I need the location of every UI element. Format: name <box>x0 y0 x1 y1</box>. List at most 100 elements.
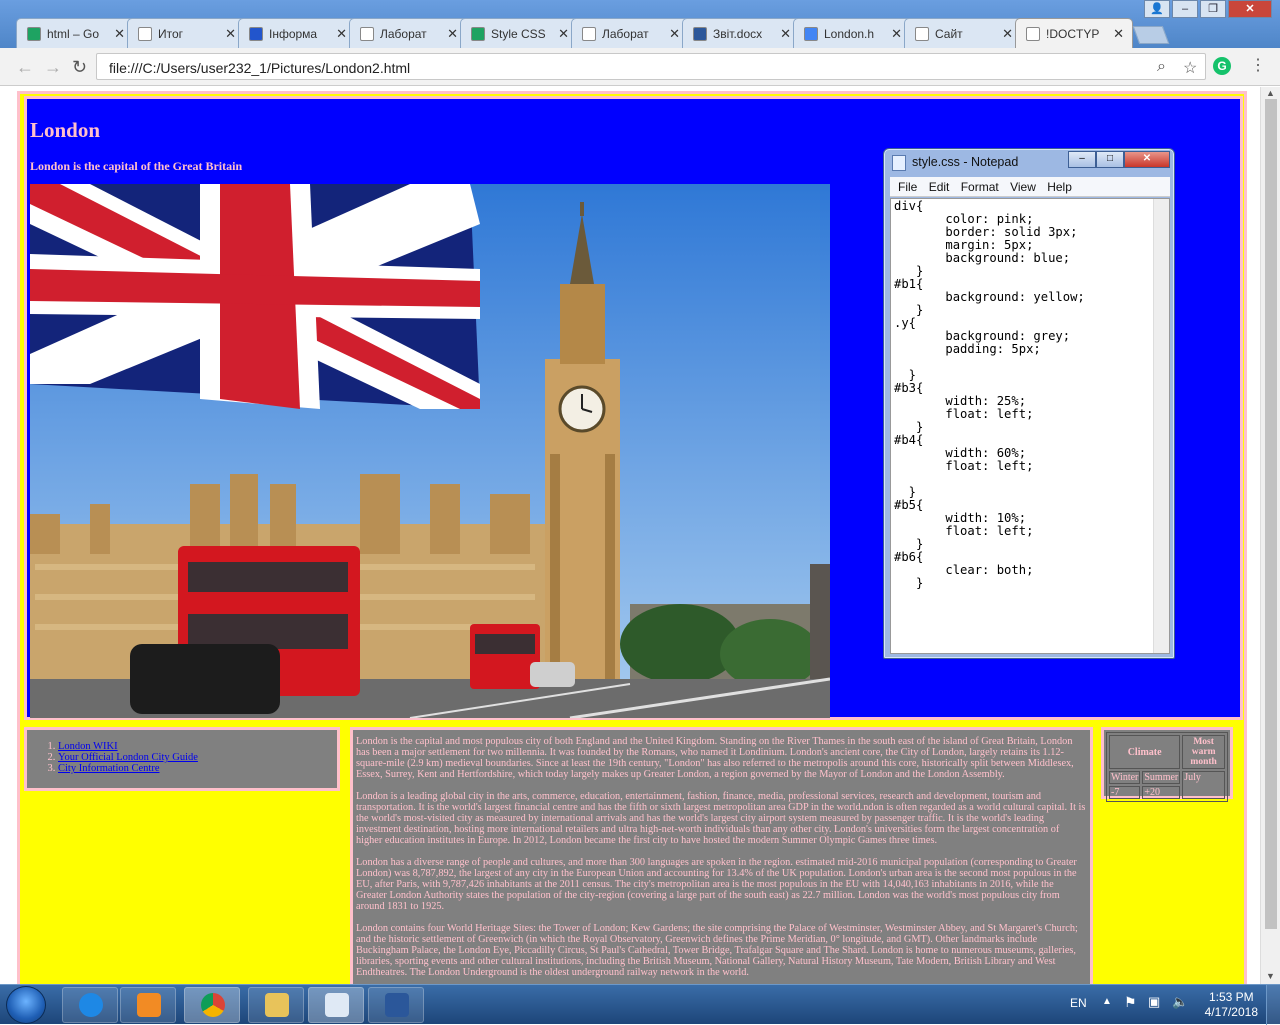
notepad-close-button[interactable]: ✕ <box>1124 151 1170 168</box>
article-block: London is the capital and most populous … <box>350 727 1093 984</box>
tab-close-icon[interactable]: ✕ <box>1002 26 1013 42</box>
clock[interactable]: 1:53 PM 4/17/2018 <box>1205 990 1258 1020</box>
city-guide-link[interactable]: Your Official London City Guide <box>58 752 198 763</box>
scroll-up-icon[interactable]: ▲ <box>1266 88 1275 98</box>
menu-help[interactable]: Help <box>1047 180 1072 194</box>
menu-format[interactable]: Format <box>961 180 999 194</box>
article-paragraph: London is a leading global city in the a… <box>356 791 1086 846</box>
volume-icon[interactable]: 🔈 <box>1172 994 1188 1010</box>
tab-label: Інформа <box>269 27 318 41</box>
menu-view[interactable]: View <box>1010 180 1036 194</box>
clock-date: 4/17/2018 <box>1204 1005 1258 1019</box>
word-icon <box>693 27 707 41</box>
taskbar-notepad[interactable] <box>308 987 364 1023</box>
grammarly-icon[interactable]: G <box>1213 57 1231 75</box>
article-paragraph: London contains four World Heritage Site… <box>356 923 1078 978</box>
menu-icon[interactable]: ⋮ <box>1250 55 1266 75</box>
tab-6[interactable]: Звіт.docx ✕ <box>682 18 800 48</box>
links-block: London WIKI Your Official London City Gu… <box>24 727 340 791</box>
climate-block: Climate Most warm month Winter Summer Ju… <box>1101 727 1233 802</box>
tab-label: Лаборат <box>380 27 427 41</box>
notepad-minimize-button[interactable]: – <box>1068 151 1096 168</box>
drive-icon <box>27 27 41 41</box>
address-bar[interactable]: file:///C:/Users/user232_1/Pictures/Lond… <box>96 53 1206 80</box>
close-button[interactable]: ✕ <box>1228 0 1272 18</box>
tab-label: Лаборат <box>602 27 649 41</box>
start-button[interactable] <box>6 986 46 1024</box>
notepad-title: style.css - Notepad <box>912 155 1019 169</box>
menu-file[interactable]: File <box>898 180 917 194</box>
taskbar-media-player[interactable] <box>120 987 176 1023</box>
link-item: City Information Centre <box>58 763 332 774</box>
back-icon[interactable]: ← <box>16 57 34 78</box>
article-paragraph: London is the capital and most populous … <box>356 736 1074 780</box>
taskbar-ie[interactable] <box>62 987 118 1023</box>
tab-close-icon[interactable]: ✕ <box>225 26 236 42</box>
tab-7[interactable]: London.h ✕ <box>793 18 911 48</box>
tab-label: Итог <box>158 27 184 41</box>
climate-table: Climate Most warm month Winter Summer Ju… <box>1106 732 1228 802</box>
tab-label: Звіт.docx <box>713 27 763 41</box>
network-icon[interactable]: ▣ <box>1148 994 1160 1010</box>
taskbar-word[interactable] <box>368 987 424 1023</box>
tray-expand-icon[interactable]: ▲ <box>1102 996 1112 1007</box>
london-wiki-link[interactable]: London WIKI <box>58 741 118 752</box>
document-icon <box>360 27 374 41</box>
notepad-text-area[interactable]: div{ color: pink; border: solid 3px; mar… <box>890 198 1170 654</box>
tab-close-icon[interactable]: ✕ <box>336 26 347 42</box>
flag-icon[interactable]: ⚑ <box>1124 994 1137 1011</box>
minimize-button[interactable]: – <box>1172 0 1198 18</box>
tab-close-icon[interactable]: ✕ <box>447 26 458 42</box>
folder-icon <box>265 993 289 1017</box>
document-icon <box>582 27 596 41</box>
zoom-icon[interactable]: ⌕ <box>1157 58 1166 76</box>
menu-edit[interactable]: Edit <box>929 180 950 194</box>
url-text[interactable]: file:///C:/Users/user232_1/Pictures/Lond… <box>109 60 410 76</box>
css-source-text[interactable]: div{ color: pink; border: solid 3px; mar… <box>894 200 1085 590</box>
big-ben-image <box>30 184 830 718</box>
tab-close-icon[interactable]: ✕ <box>1113 26 1124 42</box>
tab-close-icon[interactable]: ✕ <box>780 26 791 42</box>
tab-3[interactable]: Лаборат ✕ <box>349 18 467 48</box>
show-desktop-button[interactable] <box>1266 985 1280 1025</box>
user-icon[interactable]: 👤 <box>1144 0 1170 18</box>
document-icon <box>915 27 929 41</box>
new-tab-button[interactable] <box>1132 26 1170 44</box>
lyb-icon <box>249 27 263 41</box>
climate-header: Climate <box>1109 735 1181 769</box>
tab-label: html – Go <box>47 27 100 41</box>
notepad-maximize-button[interactable]: □ <box>1096 151 1124 168</box>
tab-5[interactable]: Лаборат ✕ <box>571 18 689 48</box>
taskbar-explorer[interactable] <box>248 987 304 1023</box>
chrome-icon <box>201 993 225 1017</box>
maximize-button[interactable]: ❐ <box>1200 0 1226 18</box>
tab-0[interactable]: html – Go ✕ <box>16 18 134 48</box>
scroll-down-icon[interactable]: ▼ <box>1266 971 1275 981</box>
tab-1[interactable]: Итог ✕ <box>127 18 245 48</box>
page-scrollbar[interactable]: ▲ ▼ <box>1260 87 1280 984</box>
notepad-scrollbar[interactable] <box>1153 199 1169 653</box>
tab-close-icon[interactable]: ✕ <box>669 26 680 42</box>
tab-2[interactable]: Інформа ✕ <box>238 18 356 48</box>
tab-close-icon[interactable]: ✕ <box>891 26 902 42</box>
info-centre-link[interactable]: City Information Centre <box>58 763 159 774</box>
scroll-thumb[interactable] <box>1265 99 1277 929</box>
link-item: Your Official London City Guide <box>58 752 332 763</box>
tab-9[interactable]: !DOCTYP ✕ <box>1015 18 1133 49</box>
reload-icon[interactable]: ↻ <box>72 57 87 78</box>
forward-icon[interactable]: → <box>44 57 62 78</box>
document-icon <box>138 27 152 41</box>
link-item: London WIKI <box>58 741 332 752</box>
tab-4[interactable]: Style CSS ✕ <box>460 18 578 48</box>
london-photo <box>30 184 830 718</box>
tab-close-icon[interactable]: ✕ <box>114 26 125 42</box>
language-indicator[interactable]: EN <box>1070 996 1087 1010</box>
warm-month-header: Most warm month <box>1182 735 1225 769</box>
winter-label: Winter <box>1109 771 1141 784</box>
notepad-window[interactable]: style.css - Notepad – □ ✕ File Edit Form… <box>883 148 1175 659</box>
tab-close-icon[interactable]: ✕ <box>558 26 569 42</box>
notepad-icon <box>892 155 906 171</box>
bookmark-star-icon[interactable]: ☆ <box>1183 58 1197 78</box>
taskbar-chrome[interactable] <box>184 987 240 1023</box>
tab-8[interactable]: Сайт ✕ <box>904 18 1022 48</box>
